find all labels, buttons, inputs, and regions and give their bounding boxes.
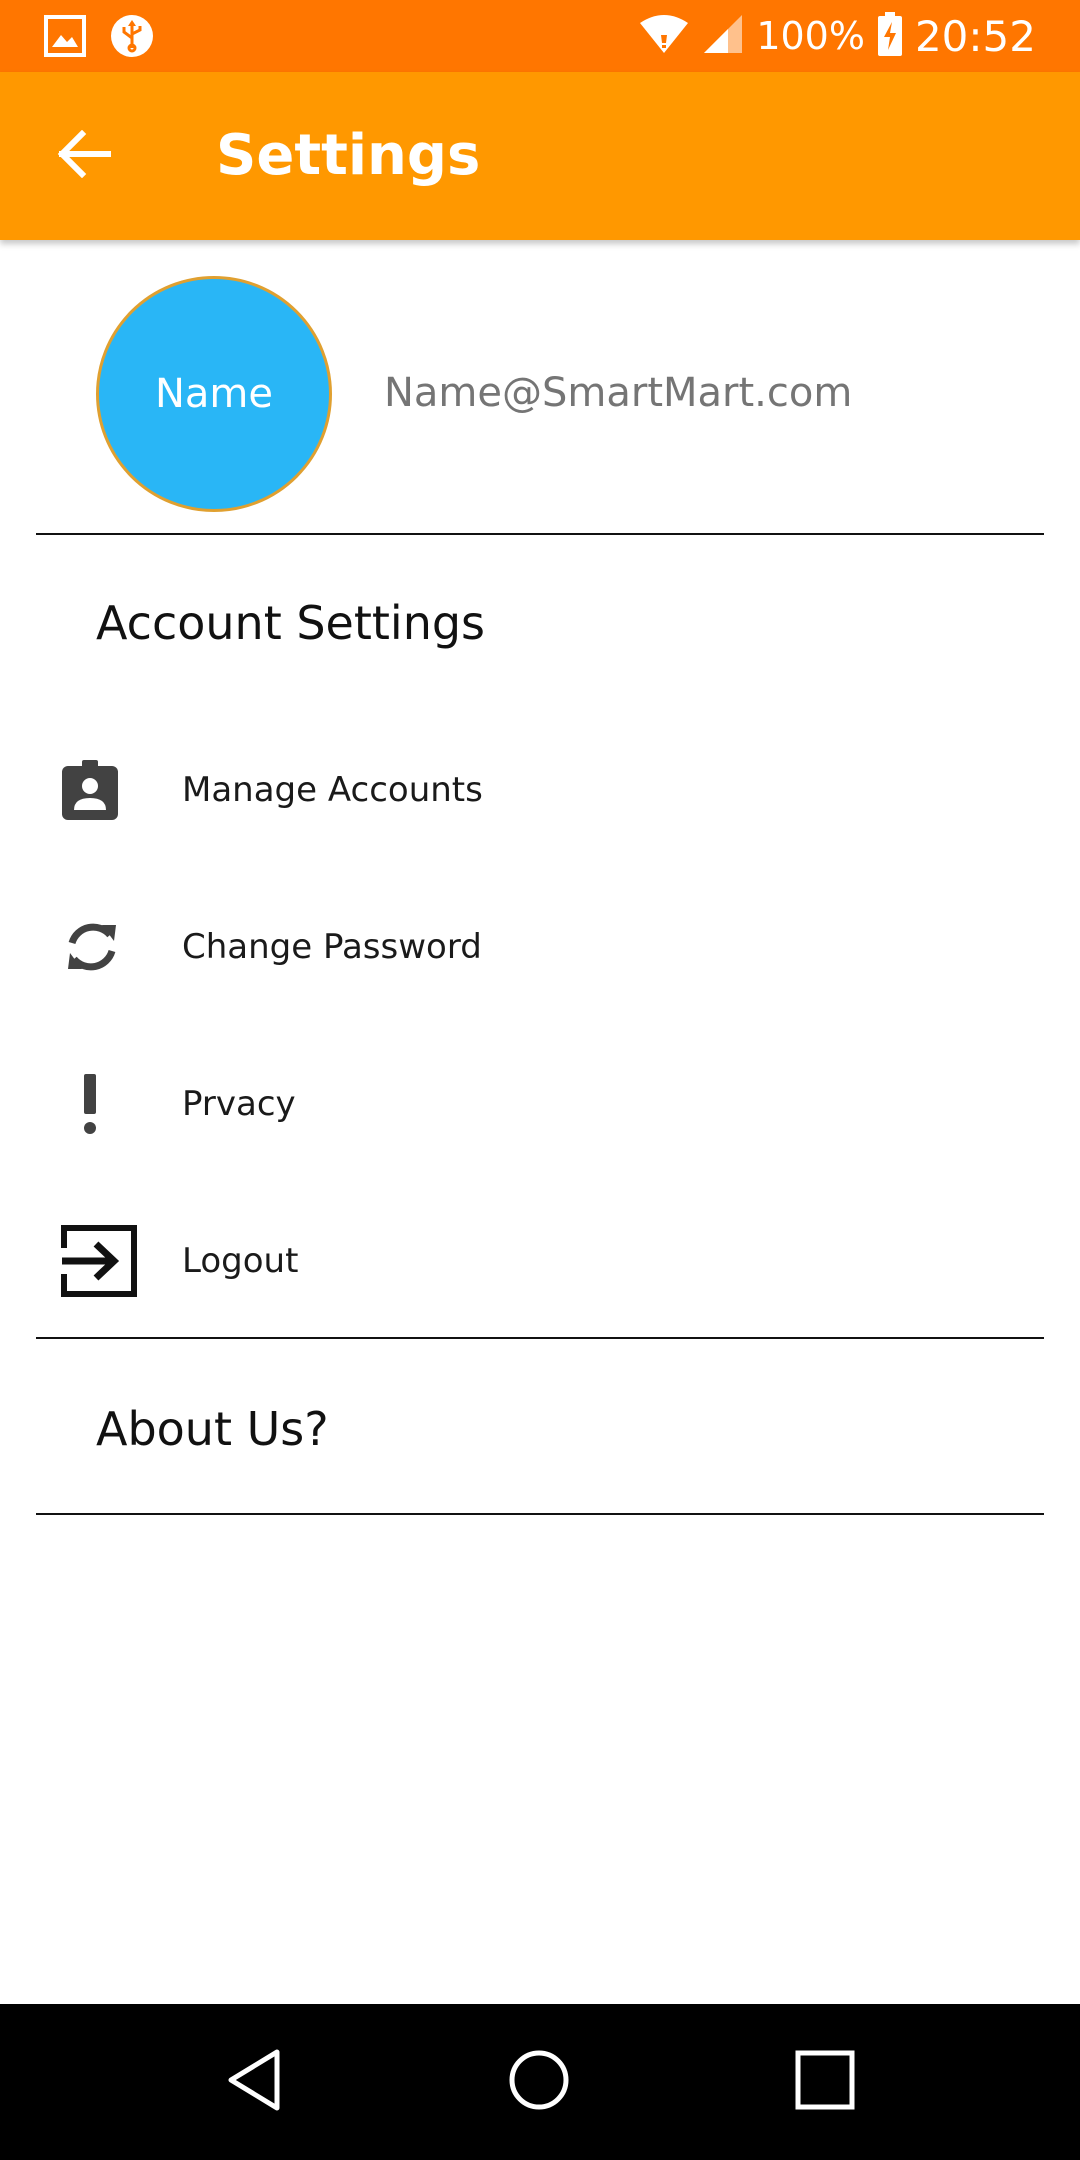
nav-home-button[interactable] [489, 2032, 589, 2132]
status-bar: 100% 20:52 [0, 0, 1080, 72]
menu-label: Manage Accounts [182, 770, 483, 810]
divider [36, 533, 1044, 535]
exclamation-icon [60, 1054, 182, 1154]
user-email: Name@SmartMart.com [384, 370, 853, 416]
nav-back-icon [225, 2048, 285, 2116]
menu-label: Prvacy [182, 1084, 296, 1124]
navigation-bar [0, 2004, 1080, 2160]
wifi-icon [638, 13, 690, 59]
menu-label: Change Password [182, 927, 482, 967]
about-us-item[interactable]: About Us? [96, 1402, 329, 1456]
menu-item-manage-accounts[interactable]: Manage Accounts [60, 720, 1020, 860]
exit-icon [60, 1211, 182, 1311]
section-title-account-settings: Account Settings [96, 596, 486, 650]
settings-screen: 100% 20:52 Settings Name Name@SmartMart.… [0, 0, 1080, 2160]
menu-label: Logout [182, 1241, 299, 1281]
account-box-icon [60, 740, 182, 840]
avatar-label: Name [154, 371, 273, 417]
nav-back-button[interactable] [205, 2032, 305, 2132]
sync-icon [60, 897, 182, 997]
nav-recents-icon [795, 2050, 855, 2114]
gallery-icon [44, 15, 86, 61]
app-bar: Settings [0, 72, 1080, 240]
back-button[interactable] [44, 116, 124, 196]
status-right-icons: 100% 20:52 [638, 0, 1036, 72]
menu-item-change-password[interactable]: Change Password [60, 877, 1020, 1017]
page-title: Settings [216, 123, 481, 188]
menu-item-privacy[interactable]: Prvacy [60, 1034, 1020, 1174]
menu-item-logout[interactable]: Logout [60, 1191, 1020, 1331]
signal-icon [702, 13, 744, 59]
divider [36, 1513, 1044, 1515]
nav-home-icon [507, 2048, 571, 2116]
usb-icon [110, 14, 154, 62]
nav-recents-button[interactable] [775, 2032, 875, 2132]
divider [36, 1337, 1044, 1339]
battery-percent: 100% [756, 14, 865, 58]
arrow-back-icon [56, 129, 112, 182]
status-left-icons [44, 14, 154, 62]
avatar[interactable]: Name [96, 276, 332, 512]
clock: 20:52 [914, 11, 1036, 61]
battery-charging-icon [877, 12, 903, 60]
